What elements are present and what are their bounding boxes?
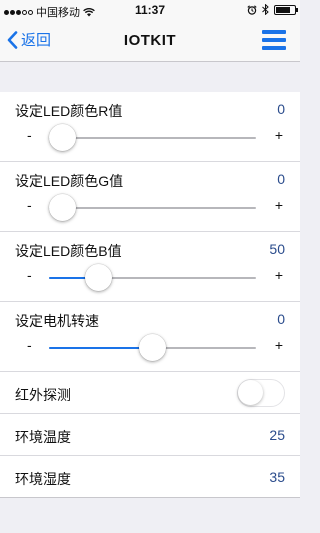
- battery-icon: [274, 4, 298, 15]
- slider-row-motor: 设定电机转速 0 - +: [0, 302, 300, 372]
- infrared-row: 红外探测: [0, 372, 300, 414]
- infrared-toggle[interactable]: [237, 379, 285, 407]
- decrease-motor-button[interactable]: -: [27, 337, 32, 353]
- alarm-icon: [247, 4, 257, 15]
- temperature-label: 环境温度: [15, 429, 71, 445]
- temperature-value: 25: [269, 427, 285, 443]
- infrared-label: 红外探测: [15, 387, 71, 403]
- slider-value-motor: 0: [277, 311, 285, 327]
- page-title: IOTKIT: [123, 32, 177, 49]
- humidity-row: 环境湿度 35: [0, 456, 300, 498]
- slider-row-r: 设定LED颜色R值 0 - +: [0, 92, 300, 162]
- slider-track-g[interactable]: [49, 207, 256, 209]
- navigation-bar: 返回 IOTKIT: [0, 20, 300, 62]
- slider-row-g: 设定LED颜色G值 0 - +: [0, 162, 300, 232]
- slider-label-r: 设定LED颜色R值: [15, 103, 123, 119]
- increase-b-button[interactable]: +: [275, 267, 283, 283]
- menu-icon[interactable]: [262, 30, 286, 50]
- slider-track-r[interactable]: [49, 137, 256, 139]
- toggle-knob: [238, 380, 263, 405]
- decrease-g-button[interactable]: -: [27, 197, 32, 213]
- increase-r-button[interactable]: +: [275, 127, 283, 143]
- slider-value-b: 50: [269, 241, 285, 257]
- slider-value-g: 0: [277, 171, 285, 187]
- slider-label-motor: 设定电机转速: [15, 313, 99, 329]
- bluetooth-icon: [262, 4, 269, 15]
- slider-thumb-g[interactable]: [49, 194, 76, 221]
- slider-thumb-motor[interactable]: [139, 334, 166, 361]
- decrease-r-button[interactable]: -: [27, 127, 32, 143]
- humidity-value: 35: [269, 469, 285, 485]
- slider-label-b: 设定LED颜色B值: [15, 243, 122, 259]
- increase-motor-button[interactable]: +: [275, 337, 283, 353]
- battery-level-fill: [276, 6, 291, 13]
- humidity-label: 环境湿度: [15, 471, 71, 487]
- slider-value-r: 0: [277, 101, 285, 117]
- decrease-b-button[interactable]: -: [27, 267, 32, 283]
- temperature-row: 环境温度 25: [0, 414, 300, 456]
- slider-track-b[interactable]: [49, 277, 256, 279]
- slider-row-b: 设定LED颜色B值 50 - +: [0, 232, 300, 302]
- status-bar: 中国移动 11:37: [0, 0, 300, 20]
- slider-label-g: 设定LED颜色G值: [15, 173, 124, 189]
- slider-thumb-b[interactable]: [85, 264, 112, 291]
- increase-g-button[interactable]: +: [275, 197, 283, 213]
- status-right: [247, 4, 298, 15]
- slider-fill-motor: [49, 347, 153, 349]
- slider-thumb-r[interactable]: [49, 124, 76, 151]
